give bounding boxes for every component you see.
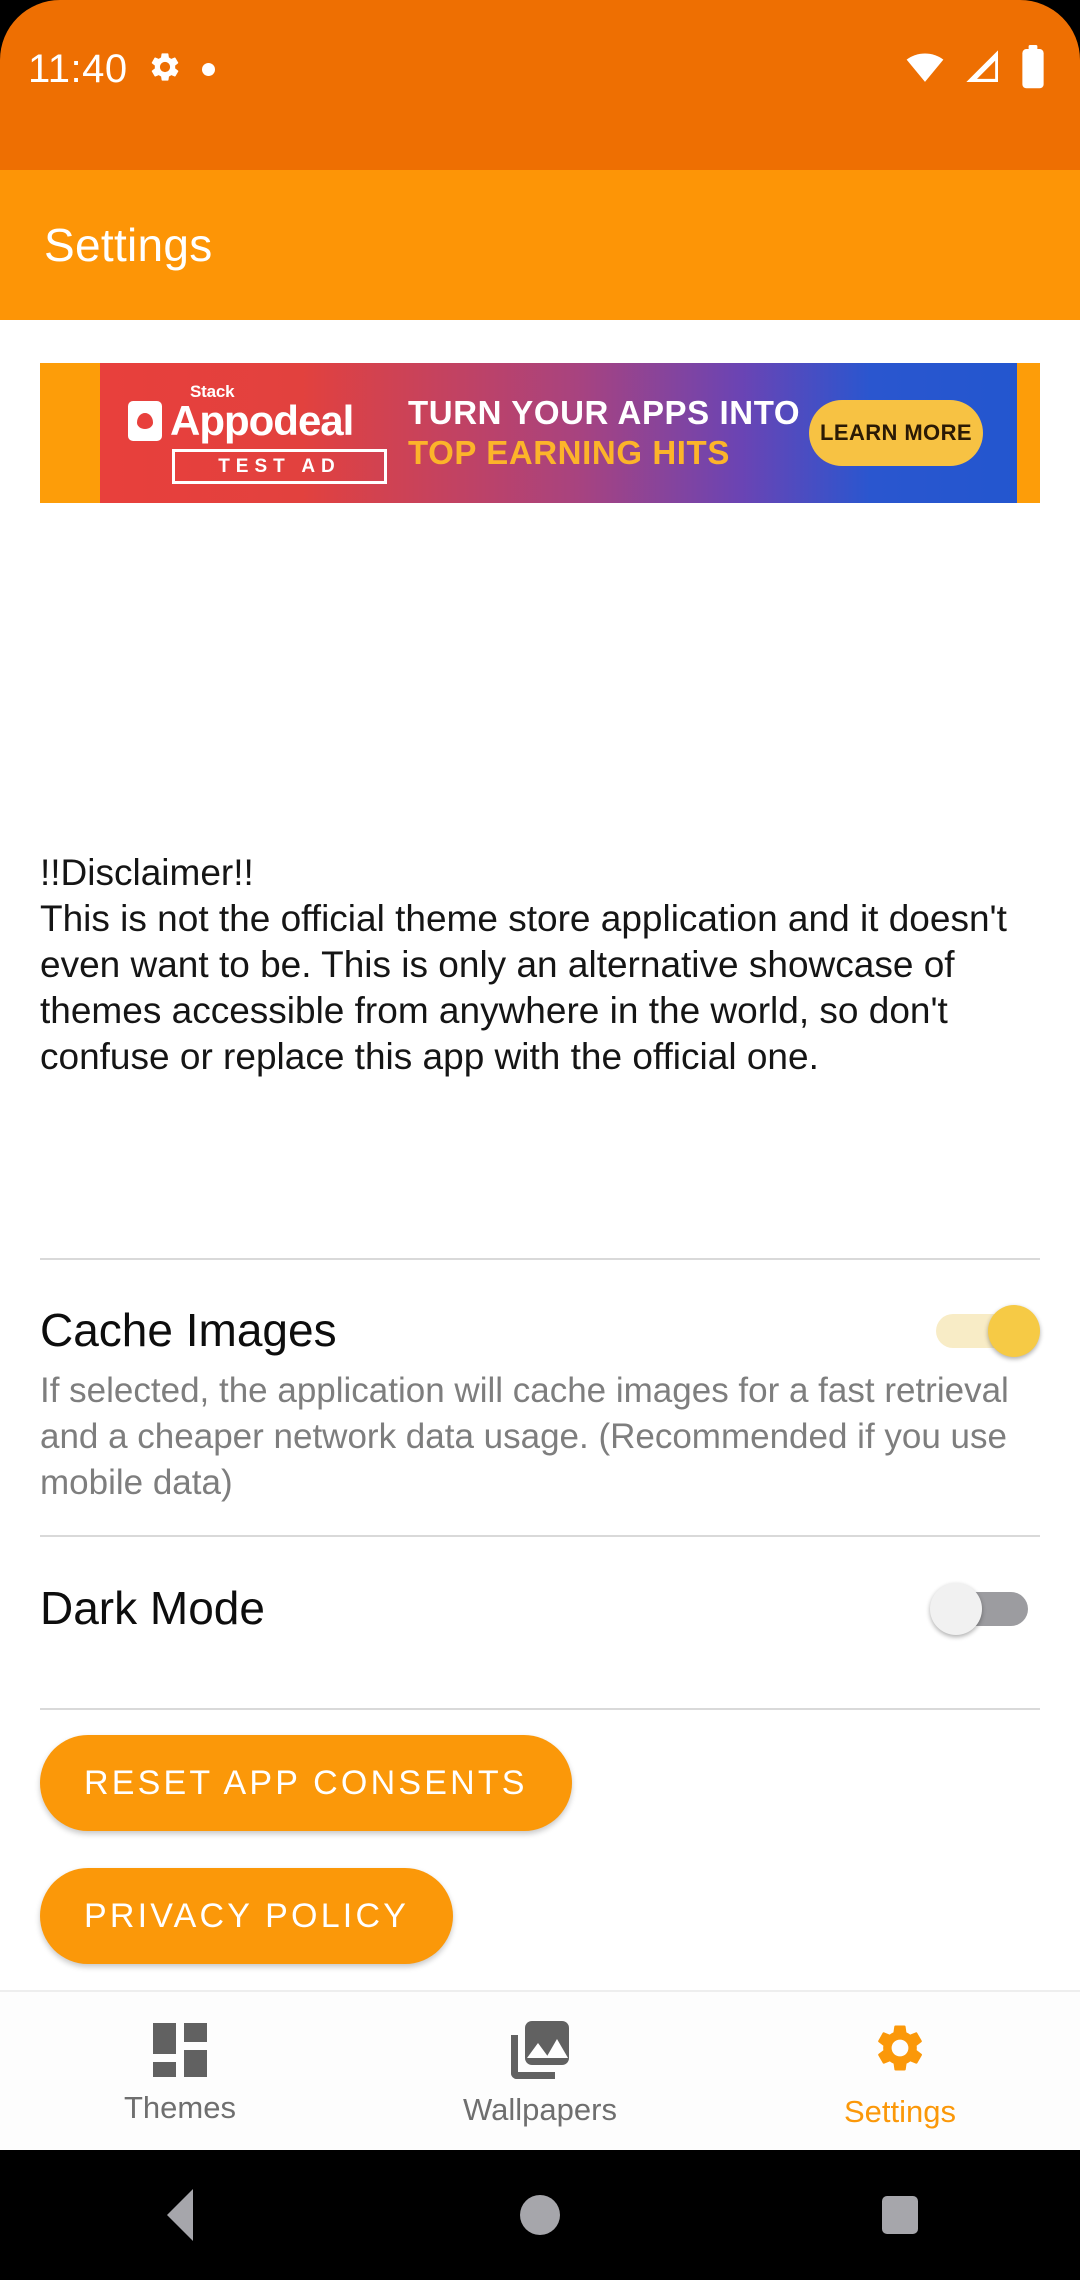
toggle-thumb xyxy=(988,1305,1040,1357)
divider-above-cache xyxy=(40,1258,1040,1260)
setting-description-cache-images: If selected, the application will cache … xyxy=(40,1371,1009,1502)
app-bar: Settings xyxy=(0,170,1080,320)
toggle-dark-mode[interactable] xyxy=(930,1580,1040,1636)
setting-title-dark-mode: Dark Mode xyxy=(40,1582,265,1634)
nav-item-wallpapers[interactable]: Wallpapers xyxy=(360,1992,720,2152)
ad-headline-secondary: TOP EARNING HITS xyxy=(408,434,730,471)
recents-square-icon xyxy=(882,2196,918,2234)
nav-label-themes: Themes xyxy=(124,2090,236,2125)
status-bar: 11:40 xyxy=(0,0,1080,170)
toggle-cache-images[interactable] xyxy=(930,1302,1040,1358)
ad-learn-more-button[interactable]: LEARN MORE xyxy=(809,400,983,466)
divider-above-dark-mode xyxy=(40,1535,1040,1537)
appodeal-mark-icon xyxy=(128,401,162,441)
dot-indicator xyxy=(201,62,215,76)
ad-logo-block: Stack Appodeal TEST AD xyxy=(100,382,400,484)
status-bar-right xyxy=(904,44,1046,94)
ad-brand-row: Appodeal xyxy=(128,400,400,442)
android-back-button[interactable] xyxy=(0,2189,360,2241)
ad-copy-block: TURN YOUR APPS INTO TOP EARNING HITS xyxy=(400,393,809,473)
gear-icon xyxy=(148,50,182,89)
reset-app-consents-button[interactable]: RESET APP CONSENTS xyxy=(40,1735,572,1831)
ad-banner-inner[interactable]: Stack Appodeal TEST AD TURN YOUR APPS IN… xyxy=(100,363,1017,503)
nav-item-themes[interactable]: Themes xyxy=(0,1992,360,2152)
app-screen: 11:40 Settings Stack Appodeal TEST AD TU… xyxy=(0,0,1080,2280)
back-triangle-icon xyxy=(167,2189,193,2241)
ad-banner[interactable]: Stack Appodeal TEST AD TURN YOUR APPS IN… xyxy=(40,363,1040,503)
ad-test-badge: TEST AD xyxy=(172,449,387,484)
setting-title-cache-images: Cache Images xyxy=(40,1304,337,1356)
ad-brand-name: Appodeal xyxy=(170,397,354,444)
android-home-button[interactable] xyxy=(360,2195,720,2235)
privacy-policy-button[interactable]: PRIVACY POLICY xyxy=(40,1868,454,1964)
page-title: Settings xyxy=(44,219,213,271)
home-circle-icon xyxy=(520,2195,560,2235)
wifi-icon xyxy=(904,46,946,93)
nav-label-settings: Settings xyxy=(843,2093,956,2129)
gear-icon xyxy=(872,2020,928,2081)
ad-headline-primary: TURN YOUR APPS INTO xyxy=(408,394,801,431)
android-recents-button[interactable] xyxy=(720,2196,1080,2234)
setting-row-cache-images[interactable]: Cache Images xyxy=(40,1282,1040,1378)
settings-content: Stack Appodeal TEST AD TURN YOUR APPS IN… xyxy=(0,320,1080,1990)
toggle-thumb xyxy=(930,1583,982,1635)
nav-item-settings[interactable]: Settings xyxy=(720,1992,1080,2152)
status-bar-left: 11:40 xyxy=(28,44,215,94)
nav-label-wallpapers: Wallpapers xyxy=(463,2092,617,2127)
setting-row-dark-mode[interactable]: Dark Mode xyxy=(40,1560,1040,1656)
cellular-signal-icon xyxy=(963,47,1003,92)
battery-icon xyxy=(1020,44,1046,94)
dashboard-grid-icon xyxy=(153,2023,207,2077)
android-system-navigation xyxy=(0,2150,1080,2280)
bottom-navigation: Themes Wallpapers Settings xyxy=(0,1990,1080,2152)
photo-library-icon xyxy=(511,2021,569,2079)
divider-above-buttons xyxy=(40,1708,1040,1710)
status-bar-clock: 11:40 xyxy=(28,47,128,91)
disclaimer-text: !!Disclaimer!! This is not the official … xyxy=(40,852,1007,1077)
